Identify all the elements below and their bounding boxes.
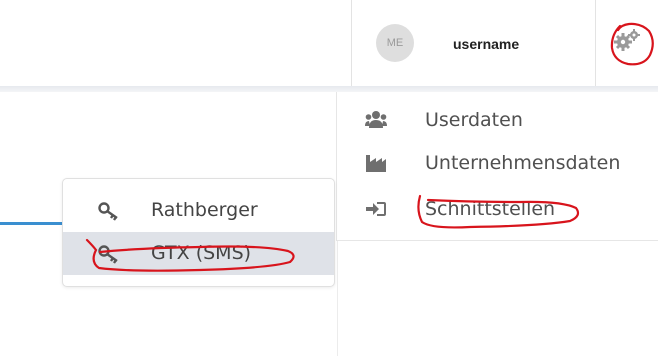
key-icon <box>98 202 118 221</box>
avatar[interactable]: ME <box>376 24 414 62</box>
submenu-item-rathberger[interactable]: Rathberger <box>63 189 334 232</box>
menu-item-unternehmensdaten[interactable]: Unternehmensdaten <box>337 143 658 183</box>
menu-item-label: Unternehmensdaten <box>425 152 621 174</box>
users-icon <box>365 111 387 128</box>
interface-submenu: Rathberger GTX (SMS) <box>62 178 335 287</box>
submenu-item-label: GTX (SMS) <box>151 242 252 264</box>
menu-item-label: Schnittstellen <box>425 198 556 220</box>
key-icon <box>98 245 118 264</box>
submenu-item-gtx-sms[interactable]: GTX (SMS) <box>63 232 334 275</box>
settings-button[interactable] <box>595 0 658 86</box>
menu-item-schnittstellen[interactable]: Schnittstellen <box>337 189 658 229</box>
gear-icon <box>614 29 640 51</box>
factory-icon <box>366 155 386 172</box>
active-tab-indicator <box>0 222 62 225</box>
username-label[interactable]: username <box>453 36 519 52</box>
submenu-item-label: Rathberger <box>151 199 258 221</box>
content-panel <box>337 241 658 356</box>
menu-item-userdaten[interactable]: Userdaten <box>337 100 658 140</box>
settings-dropdown: Userdaten Unternehmensdaten Schnittstell… <box>336 92 658 241</box>
user-menu[interactable]: ME username <box>351 0 596 86</box>
sign-in-icon <box>366 202 386 216</box>
menu-item-label: Userdaten <box>425 109 523 131</box>
